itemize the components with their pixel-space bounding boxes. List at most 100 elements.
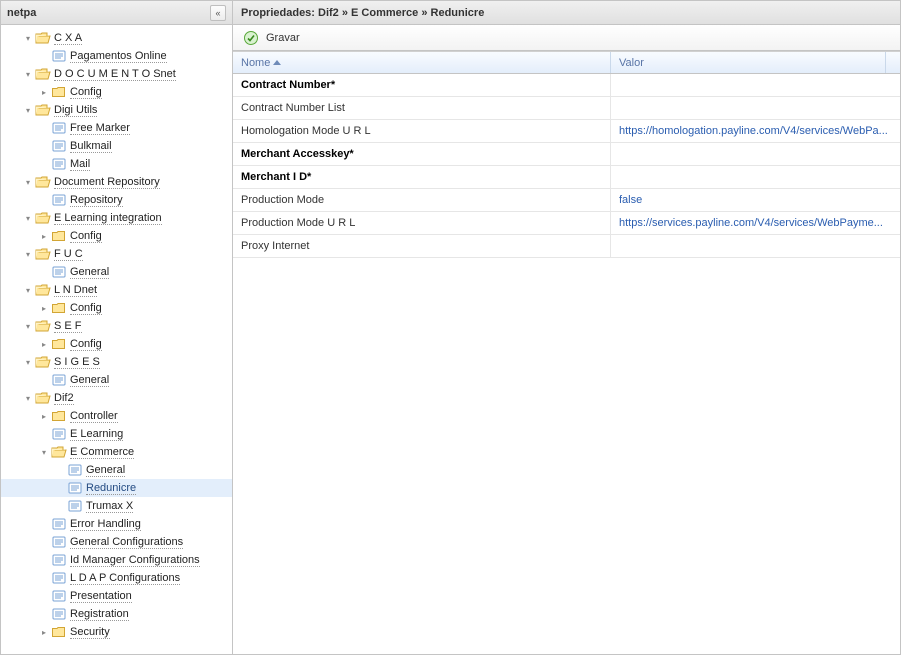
cell-valor[interactable]: false xyxy=(611,189,900,211)
sidebar-header: netpa « xyxy=(1,1,232,25)
item-icon xyxy=(51,552,67,568)
tree-node[interactable]: ▾ D O C U M E N T O Snet xyxy=(1,65,232,83)
column-header-nome[interactable]: Nome xyxy=(233,52,611,73)
tree-node[interactable]: ▾F U C xyxy=(1,245,232,263)
table-row[interactable]: Production Modefalse xyxy=(233,189,900,212)
item-icon xyxy=(51,48,67,64)
column-header-end xyxy=(886,52,900,73)
toggle-expanded-icon[interactable]: ▾ xyxy=(23,33,33,43)
tree-node-label: Free Marker xyxy=(70,122,130,135)
tree-node[interactable]: ▾ S I G E S xyxy=(1,353,232,371)
toggle-expanded-icon[interactable]: ▾ xyxy=(23,249,33,259)
tree-node-label: Document Repository xyxy=(54,176,160,189)
tree-node[interactable]: General Configurations xyxy=(1,533,232,551)
tree-node-label: Redunicre xyxy=(86,482,136,495)
table-row[interactable]: Proxy Internet xyxy=(233,235,900,258)
table-row[interactable]: Homologation Mode U R Lhttps://homologat… xyxy=(233,120,900,143)
tree-node[interactable]: Repository xyxy=(1,191,232,209)
folder-icon xyxy=(51,624,67,640)
tree-node[interactable]: ▾C X A xyxy=(1,29,232,47)
tree-node[interactable]: Pagamentos Online xyxy=(1,47,232,65)
item-icon xyxy=(67,498,83,514)
toggle-collapsed-icon[interactable]: ▸ xyxy=(39,339,49,349)
cell-nome: Production Mode xyxy=(233,189,611,211)
toggle-expanded-icon[interactable]: ▾ xyxy=(23,177,33,187)
tree-node[interactable]: ▾ E Commerce xyxy=(1,443,232,461)
toolbar: Gravar xyxy=(233,25,900,51)
main-header: Propriedades: Dif2 » E Commerce » Reduni… xyxy=(233,1,900,25)
tree-node[interactable]: General xyxy=(1,461,232,479)
tree-node[interactable]: Id Manager Configurations xyxy=(1,551,232,569)
tree-node-label: E Commerce xyxy=(70,446,134,459)
toggle-collapsed-icon[interactable]: ▸ xyxy=(39,303,49,313)
tree-node[interactable]: Presentation xyxy=(1,587,232,605)
cell-valor[interactable]: https://services.payline.com/V4/services… xyxy=(611,212,900,234)
tree-node[interactable]: ▸Config xyxy=(1,299,232,317)
cell-valor[interactable] xyxy=(611,166,900,188)
page-title: Propriedades: Dif2 » E Commerce » Reduni… xyxy=(241,7,484,19)
column-header-valor[interactable]: Valor xyxy=(611,52,886,73)
toggle-expanded-icon[interactable]: ▾ xyxy=(23,213,33,223)
cell-nome: Contract Number List xyxy=(233,97,611,119)
properties-grid: Nome Valor Contract Number*Contract Numb… xyxy=(233,51,900,654)
collapse-sidebar-button[interactable]: « xyxy=(210,5,226,21)
cell-valor[interactable] xyxy=(611,97,900,119)
save-button[interactable]: Gravar xyxy=(239,28,304,48)
table-row[interactable]: Merchant Accesskey* xyxy=(233,143,900,166)
cell-valor[interactable] xyxy=(611,74,900,96)
tree-node-label: Bulkmail xyxy=(70,140,112,153)
tree-node[interactable]: ▾E Learning integration xyxy=(1,209,232,227)
tree-node[interactable]: General xyxy=(1,371,232,389)
tree-node[interactable]: ▾L N Dnet xyxy=(1,281,232,299)
tree-node[interactable]: Bulkmail xyxy=(1,137,232,155)
tree-node[interactable]: ▸ Config xyxy=(1,335,232,353)
tree-node[interactable]: Redunicre xyxy=(1,479,232,497)
cell-valor[interactable] xyxy=(611,143,900,165)
tree-node-label: Config xyxy=(70,338,102,351)
tree-node[interactable]: ▾ Digi Utils xyxy=(1,101,232,119)
tree-node[interactable]: ▸Config xyxy=(1,83,232,101)
tree-node[interactable]: Error Handling xyxy=(1,515,232,533)
toggle-expanded-icon[interactable]: ▾ xyxy=(23,393,33,403)
tree-node[interactable]: E Learning xyxy=(1,425,232,443)
toggle-collapsed-icon[interactable]: ▸ xyxy=(39,87,49,97)
nav-tree[interactable]: ▾C X APagamentos Online ▾ D O C U M E N T … xyxy=(1,25,232,654)
tree-node[interactable]: Mail xyxy=(1,155,232,173)
table-row[interactable]: Contract Number List xyxy=(233,97,900,120)
item-icon xyxy=(51,192,67,208)
cell-valor[interactable]: https://homologation.payline.com/V4/serv… xyxy=(611,120,900,142)
table-row[interactable]: Contract Number* xyxy=(233,74,900,97)
toggle-expanded-icon[interactable]: ▾ xyxy=(23,357,33,367)
cell-valor[interactable] xyxy=(611,235,900,257)
tree-node[interactable]: ▾S E F xyxy=(1,317,232,335)
cell-nome: Contract Number* xyxy=(233,74,611,96)
tree-node-label: L D A P Configurations xyxy=(70,572,180,585)
tree-node[interactable]: L D A P Configurations xyxy=(1,569,232,587)
cell-nome: Merchant Accesskey* xyxy=(233,143,611,165)
tree-node[interactable]: ▾ Document Repository xyxy=(1,173,232,191)
table-row[interactable]: Production Mode U R Lhttps://services.pa… xyxy=(233,212,900,235)
tree-node[interactable]: ▸Security xyxy=(1,623,232,641)
tree-node[interactable]: ▸Controller xyxy=(1,407,232,425)
toggle-expanded-icon[interactable]: ▾ xyxy=(23,69,33,79)
chevron-left-icon: « xyxy=(215,8,220,18)
toggle-expanded-icon[interactable]: ▾ xyxy=(23,105,33,115)
toggle-expanded-icon[interactable]: ▾ xyxy=(39,447,49,457)
toggle-expanded-icon[interactable]: ▾ xyxy=(23,285,33,295)
tree-node[interactable]: ▾Dif2 xyxy=(1,389,232,407)
item-icon xyxy=(51,264,67,280)
toggle-collapsed-icon[interactable]: ▸ xyxy=(39,411,49,421)
tree-node[interactable]: Trumax X xyxy=(1,497,232,515)
tree-node-label: Presentation xyxy=(70,590,132,603)
toggle-expanded-icon[interactable]: ▾ xyxy=(23,321,33,331)
tree-node[interactable]: Free Marker xyxy=(1,119,232,137)
tree-node-label: S I G E S xyxy=(54,356,100,369)
tree-node-label: Digi Utils xyxy=(54,104,97,117)
toggle-collapsed-icon[interactable]: ▸ xyxy=(39,231,49,241)
tree-node[interactable]: ▸Config xyxy=(1,227,232,245)
tree-node[interactable]: General xyxy=(1,263,232,281)
tree-node-label: D O C U M E N T O Snet xyxy=(54,68,176,81)
toggle-collapsed-icon[interactable]: ▸ xyxy=(39,627,49,637)
tree-node[interactable]: Registration xyxy=(1,605,232,623)
table-row[interactable]: Merchant I D* xyxy=(233,166,900,189)
